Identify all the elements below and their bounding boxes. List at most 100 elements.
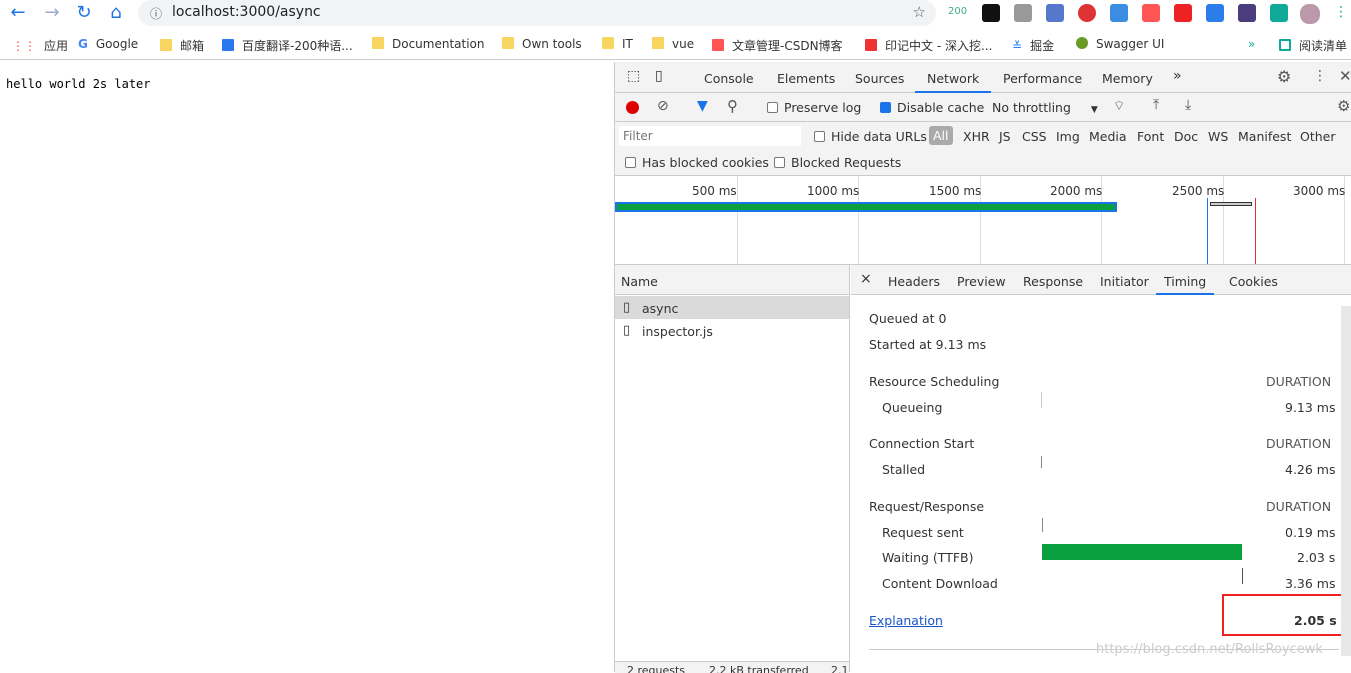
tab-cookies[interactable]: Cookies — [1229, 274, 1278, 289]
filter-type-css[interactable]: CSS — [1022, 129, 1047, 144]
home-icon[interactable]: ⌂ — [104, 2, 128, 24]
scrollbar[interactable] — [1341, 306, 1351, 656]
name-column-header[interactable]: Name — [621, 274, 658, 289]
filter-type-manifest[interactable]: Manifest — [1238, 129, 1291, 144]
record-icon[interactable] — [626, 101, 639, 114]
filter-type-img[interactable]: Img — [1056, 129, 1080, 144]
request-row-async[interactable]: ▯ async — [615, 296, 849, 319]
filter-type-doc[interactable]: Doc — [1174, 129, 1198, 144]
tick-label: 3000 ms — [1293, 184, 1346, 198]
tab-console[interactable]: Console — [704, 71, 754, 86]
extension-icon[interactable] — [1110, 4, 1128, 22]
bookmark-google[interactable]: G Google — [78, 37, 138, 51]
bookmark-folder[interactable]: Own tools — [502, 37, 582, 51]
bookmark-csdn[interactable]: 文章管理-CSDN博客 — [712, 37, 843, 54]
puzzle-icon[interactable] — [1270, 4, 1288, 22]
label: Has blocked cookies — [642, 155, 769, 170]
request-row-inspector[interactable]: ▯ inspector.js — [615, 319, 849, 342]
import-har-icon[interactable]: ⤒ — [1153, 97, 1159, 113]
tab-initiator[interactable]: Initiator — [1100, 274, 1149, 289]
tab-response[interactable]: Response — [1023, 274, 1083, 289]
more-options-icon[interactable]: ⋮ — [1313, 68, 1327, 84]
checkbox[interactable] — [767, 102, 778, 113]
tick-label: 2000 ms — [1050, 184, 1103, 198]
inspect-element-icon[interactable]: ⬚ — [627, 68, 640, 84]
extension-icon[interactable] — [1206, 4, 1224, 22]
filter-type-js[interactable]: JS — [999, 129, 1011, 144]
more-bookmarks-button[interactable]: » — [1248, 37, 1255, 51]
search-icon[interactable]: ⚲ — [727, 97, 738, 115]
tab-headers[interactable]: Headers — [888, 274, 940, 289]
network-conditions-icon[interactable]: ⌔ — [1113, 98, 1125, 114]
disable-cache-checkbox[interactable]: Disable cache — [880, 100, 984, 115]
bookmark-folder[interactable]: 邮箱 — [160, 37, 204, 54]
request-name: inspector.js — [642, 324, 713, 339]
bookmark-juejin[interactable]: ≚ 掘金 — [1012, 37, 1054, 54]
throttling-select[interactable]: No throttling ▼ — [992, 100, 1098, 115]
bookmark-baidu-translate[interactable]: 百度翻译-200种语... — [222, 37, 353, 54]
hide-data-urls-checkbox[interactable]: Hide data URLs — [814, 129, 927, 144]
filter-icon[interactable]: ▼ — [697, 98, 708, 114]
filter-input[interactable] — [619, 126, 801, 146]
checkbox[interactable] — [880, 102, 891, 113]
clear-icon[interactable]: ⊘ — [657, 98, 669, 114]
tab-network[interactable]: Network — [915, 62, 992, 93]
bookmark-swagger[interactable]: Swagger UI — [1076, 37, 1164, 51]
extension-icon[interactable] — [1238, 4, 1256, 22]
tick-label: 2500 ms — [1172, 184, 1225, 198]
bookmark-folder[interactable]: Documentation — [372, 37, 485, 51]
checkbox[interactable] — [625, 157, 636, 168]
menu-icon[interactable]: ⋮ — [1334, 4, 1348, 20]
filter-type-xhr[interactable]: XHR — [963, 129, 990, 144]
watermark: https://blog.csdn.net/RollsRoycewk — [1096, 642, 1323, 657]
bookmark-folder[interactable]: vue — [652, 37, 694, 51]
vue-devtools-icon[interactable] — [1014, 4, 1032, 22]
bookmark-apps[interactable]: ⋮⋮ 应用 — [12, 37, 68, 54]
translate-icon — [222, 39, 234, 51]
overview-timeline[interactable]: 500 ms 1000 ms 1500 ms 2000 ms 2500 ms 3… — [615, 176, 1351, 265]
adblock-icon[interactable] — [1078, 4, 1096, 22]
filter-type-other[interactable]: Other — [1300, 129, 1336, 144]
filter-type-all[interactable]: All — [929, 126, 953, 145]
checkbox[interactable] — [774, 157, 785, 168]
extension-icon[interactable] — [1142, 4, 1160, 22]
back-icon[interactable]: ← — [6, 2, 30, 24]
bookmark-label: Own tools — [522, 37, 582, 51]
close-devtools-icon[interactable]: ✕ — [1339, 67, 1351, 85]
tab-sources[interactable]: Sources — [855, 71, 904, 86]
explanation-link[interactable]: Explanation — [869, 613, 943, 628]
device-toolbar-icon[interactable]: ▯ — [655, 68, 663, 84]
preserve-log-checkbox[interactable]: Preserve log — [767, 100, 861, 115]
blocked-requests-checkbox[interactable]: Blocked Requests — [774, 155, 901, 170]
tab-preview[interactable]: Preview — [957, 274, 1006, 289]
extension-badge[interactable]: 200 — [948, 6, 967, 17]
info-icon: ⓘ — [150, 7, 163, 21]
reload-icon[interactable]: ↻ — [72, 2, 96, 24]
extension-icon[interactable] — [1046, 4, 1064, 22]
tab-memory[interactable]: Memory — [1102, 71, 1153, 86]
filter-type-ws[interactable]: WS — [1208, 129, 1228, 144]
checkbox[interactable] — [814, 131, 825, 142]
forward-icon[interactable]: → — [40, 2, 64, 24]
bookmark-docschina[interactable]: 印记中文 - 深入挖... — [865, 37, 992, 54]
bookmark-star-icon[interactable]: ☆ — [913, 3, 926, 21]
tab-timing[interactable]: Timing — [1156, 265, 1215, 295]
extension-icon[interactable] — [982, 4, 1000, 22]
network-settings-icon[interactable]: ⚙ — [1337, 97, 1350, 115]
avatar[interactable] — [1300, 4, 1320, 24]
export-har-icon[interactable]: ⤓ — [1185, 97, 1191, 113]
timing-label: Stalled — [882, 462, 926, 477]
url-text[interactable]: localhost:3000/async — [172, 4, 321, 20]
blocked-cookies-checkbox[interactable]: Has blocked cookies — [625, 155, 769, 170]
filter-type-font[interactable]: Font — [1137, 129, 1164, 144]
tab-performance[interactable]: Performance — [1003, 71, 1082, 86]
close-detail-icon[interactable]: × — [860, 271, 872, 287]
more-tabs-button[interactable]: » — [1173, 68, 1182, 84]
filter-type-media[interactable]: Media — [1089, 129, 1127, 144]
bookmark-folder[interactable]: IT — [602, 37, 633, 51]
reading-list[interactable]: 阅读清单 — [1279, 37, 1347, 54]
extension-icon[interactable] — [1174, 4, 1192, 22]
timing-value: 0.19 ms — [1285, 525, 1336, 540]
tab-elements[interactable]: Elements — [777, 71, 835, 86]
settings-gear-icon[interactable]: ⚙ — [1277, 67, 1291, 86]
